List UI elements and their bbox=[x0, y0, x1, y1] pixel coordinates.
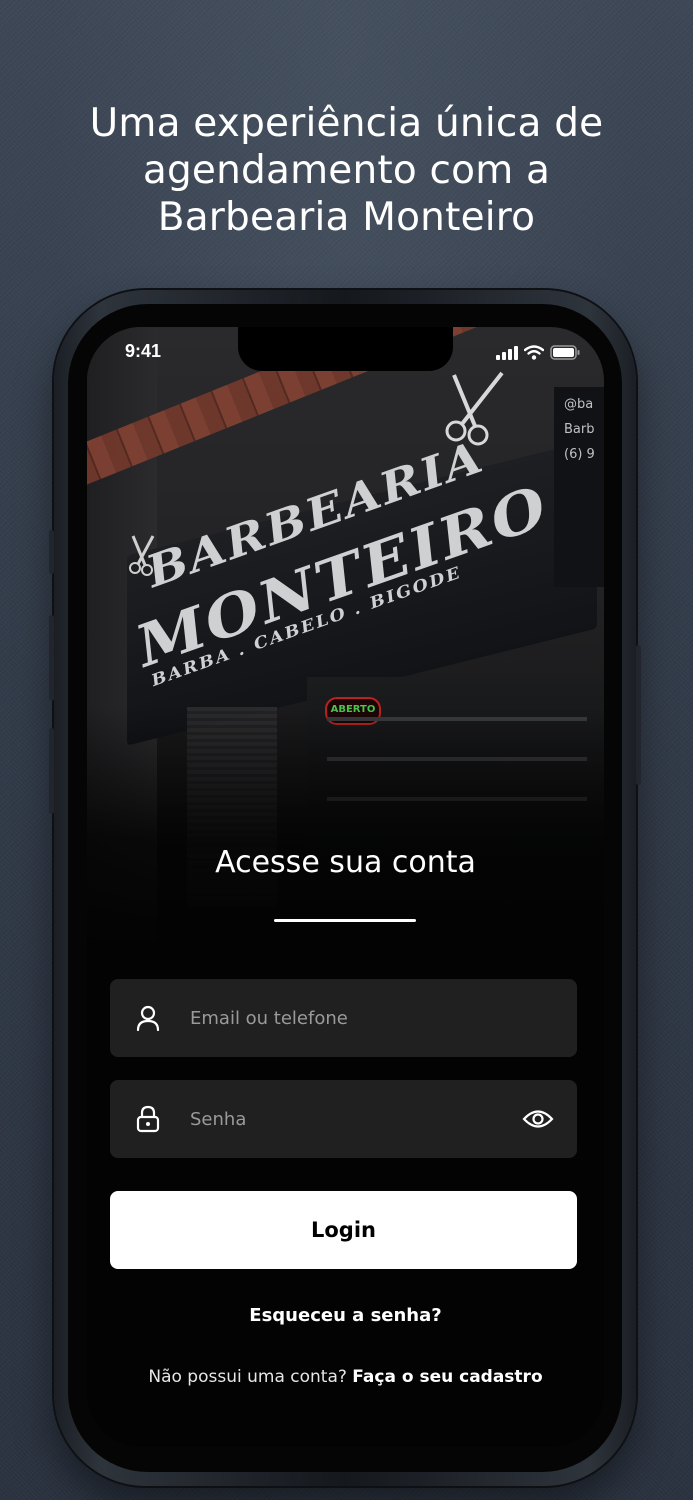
headline-line-3: Barbearia Monteiro bbox=[157, 195, 536, 241]
no-account-text: Não possui uma conta? bbox=[148, 1367, 347, 1387]
headline-line-1: Uma experiência única de bbox=[89, 101, 604, 147]
password-input[interactable] bbox=[188, 1107, 521, 1131]
power-button bbox=[636, 645, 641, 785]
login-title: Acesse sua conta bbox=[215, 845, 476, 880]
mute-switch bbox=[49, 530, 54, 574]
login-button[interactable]: Login bbox=[110, 1191, 577, 1269]
status-time: 9:41 bbox=[125, 341, 162, 361]
password-field-container[interactable] bbox=[110, 1080, 577, 1158]
scissors-small-icon bbox=[129, 535, 155, 576]
volume-up-button bbox=[49, 615, 54, 701]
headline-line-2: agendamento com a bbox=[142, 148, 551, 194]
social-sign: @ba Barb (6) 9 bbox=[554, 387, 604, 587]
forgot-password-link[interactable]: Esqueceu a senha? bbox=[87, 1305, 604, 1326]
wifi-icon bbox=[524, 345, 544, 360]
lock-icon bbox=[134, 1105, 162, 1133]
battery-icon bbox=[550, 345, 580, 360]
instagram-handle: @ba bbox=[564, 397, 594, 412]
signup-link[interactable]: Faça o seu cadastro bbox=[352, 1367, 542, 1387]
phone-screen: BARBEARIA MONTEIRO BARBA . CABELO . BIGO… bbox=[87, 327, 604, 1447]
whatsapp-handle: (6) 9 bbox=[564, 447, 595, 462]
eye-icon[interactable] bbox=[521, 1105, 555, 1133]
email-field-container[interactable] bbox=[110, 979, 577, 1057]
signup-row: Não possui uma conta? Faça o seu cadastr… bbox=[87, 1367, 604, 1387]
email-input[interactable] bbox=[188, 1006, 577, 1030]
user-icon bbox=[134, 1004, 162, 1032]
volume-down-button bbox=[49, 728, 54, 814]
scissors-icon bbox=[445, 371, 504, 446]
status-icons bbox=[496, 345, 580, 360]
promo-headline: Uma experiência única de agendamento com… bbox=[0, 100, 693, 241]
photo-fade-overlay bbox=[87, 707, 604, 947]
notch bbox=[238, 327, 453, 371]
cellular-signal-icon bbox=[496, 346, 518, 360]
facebook-handle: Barb bbox=[564, 422, 595, 437]
title-underline bbox=[274, 919, 416, 922]
